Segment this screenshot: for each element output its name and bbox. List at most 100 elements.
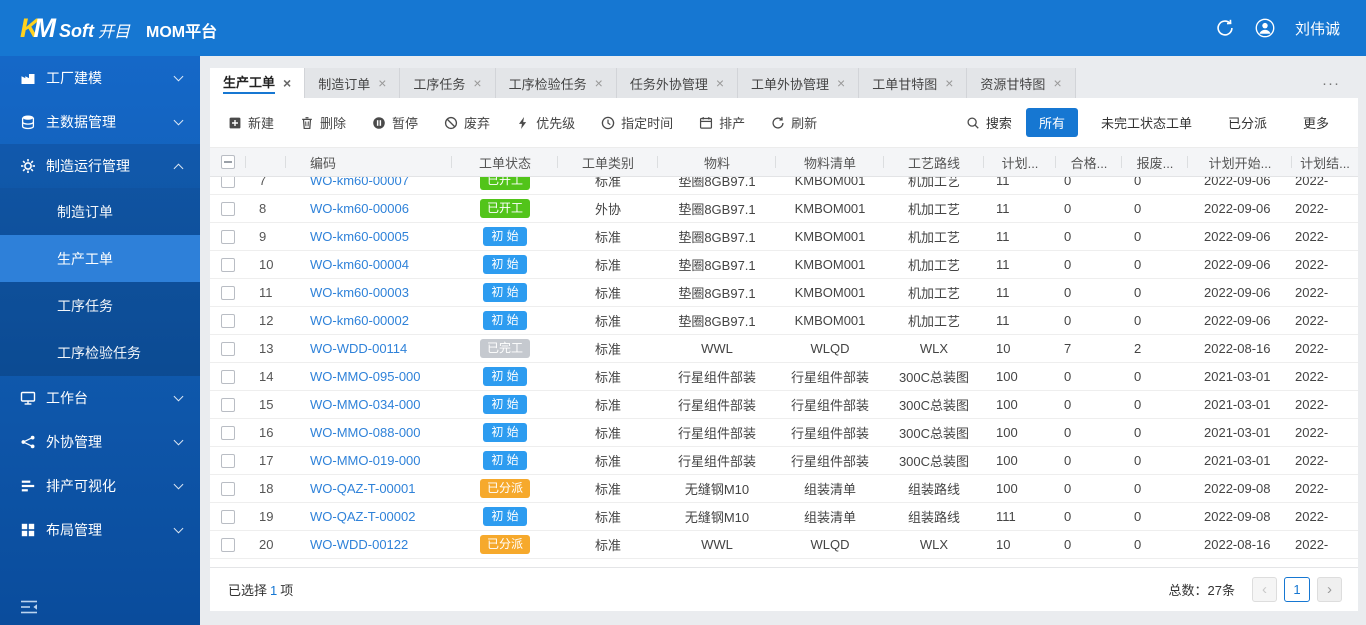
table-row[interactable]: 18 WO-QAZ-T-00001 已分派 标准 无缝钢M10 组装清单 组装路… [210, 475, 1358, 503]
workorder-code-link[interactable]: WO-QAZ-T-00001 [310, 481, 415, 496]
column-plan-end[interactable]: 计划结... [1292, 148, 1358, 176]
sidebar-item[interactable]: 制造运行管理 [0, 144, 200, 188]
table-row[interactable]: 8 WO-km60-00006 已开工 外协 垫圈8GB97.1 KMBOM00… [210, 195, 1358, 223]
toolbar-button[interactable]: 删除 [300, 113, 346, 132]
tab-close-icon[interactable] [837, 76, 845, 90]
table-row[interactable]: 16 WO-MMO-088-000 初 始 标准 行星组件部装 行星组件部装 3… [210, 419, 1358, 447]
row-checkbox[interactable] [221, 229, 235, 244]
table-row[interactable]: 15 WO-MMO-034-000 初 始 标准 行星组件部装 行星组件部装 3… [210, 391, 1358, 419]
sidebar-item[interactable]: 工厂建模 [0, 56, 200, 100]
workorder-code-link[interactable]: WO-km60-00004 [310, 257, 409, 272]
prev-page-button[interactable] [1252, 577, 1277, 602]
tab[interactable]: 资源甘特图 [967, 68, 1076, 98]
table-row[interactable]: 9 WO-km60-00005 初 始 标准 垫圈8GB97.1 KMBOM00… [210, 223, 1358, 251]
workorder-code-link[interactable]: WO-km60-00005 [310, 229, 409, 244]
toolbar-button[interactable]: 优先级 [516, 113, 575, 132]
workorder-code-link[interactable]: WO-km60-00007 [310, 177, 409, 188]
sidebar-item[interactable]: 布局管理 [0, 508, 200, 552]
more-tabs-button[interactable]: ··· [1304, 68, 1358, 98]
tab[interactable]: 任务外协管理 [616, 68, 739, 98]
workorder-code-link[interactable]: WO-MMO-088-000 [310, 425, 421, 440]
tab-close-icon[interactable] [945, 76, 953, 90]
column-code[interactable]: 编码 [286, 148, 452, 176]
column-scrap-qty[interactable]: 报废... [1122, 148, 1188, 176]
table-row[interactable]: 17 WO-MMO-019-000 初 始 标准 行星组件部装 行星组件部装 3… [210, 447, 1358, 475]
user-avatar-icon[interactable] [1255, 18, 1275, 38]
table-row[interactable]: 13 WO-WDD-00114 已完工 标准 WWL WLQD WLX 10 7… [210, 335, 1358, 363]
tab-close-icon[interactable] [473, 76, 481, 90]
column-qualified-qty[interactable]: 合格... [1056, 148, 1122, 176]
row-checkbox[interactable] [221, 425, 235, 440]
row-checkbox[interactable] [221, 481, 235, 496]
toolbar-button[interactable]: 指定时间 [601, 113, 673, 132]
tab-close-icon[interactable] [378, 76, 386, 90]
tab[interactable]: 工序检验任务 [495, 68, 617, 98]
row-checkbox[interactable] [221, 285, 235, 300]
column-bom[interactable]: 物料清单 [776, 148, 884, 176]
tab[interactable]: 制造订单 [305, 68, 401, 98]
workorder-code-link[interactable]: WO-WDD-00122 [310, 537, 408, 552]
row-checkbox[interactable] [221, 257, 235, 272]
column-plan-qty[interactable]: 计划... [984, 148, 1056, 176]
tab[interactable]: 工单外协管理 [738, 68, 860, 98]
table-row[interactable]: 20 WO-WDD-00122 已分派 标准 WWL WLQD WLX 10 0… [210, 531, 1358, 559]
tab-close-icon[interactable] [283, 76, 291, 90]
toolbar-button[interactable]: 排产 [699, 113, 745, 132]
sidebar-item[interactable]: 排产可视化 [0, 464, 200, 508]
sidebar-subitem[interactable]: 工序检验任务 [0, 329, 200, 376]
column-category[interactable]: 工单类别 [558, 148, 658, 176]
row-checkbox[interactable] [221, 201, 235, 216]
toolbar-button[interactable]: 废弃 [444, 113, 490, 132]
next-page-button[interactable] [1317, 577, 1342, 602]
sidebar-item[interactable]: 主数据管理 [0, 100, 200, 144]
toolbar-button[interactable]: 暂停 [372, 113, 418, 132]
workorder-code-link[interactable]: WO-WDD-00114 [310, 341, 407, 356]
column-material[interactable]: 物料 [658, 148, 776, 176]
filter-button[interactable]: 所有 [1025, 108, 1078, 137]
filter-button[interactable]: 已分派 [1215, 108, 1280, 137]
workorder-code-link[interactable]: WO-km60-00002 [310, 313, 409, 328]
select-all-checkbox[interactable] [221, 155, 235, 169]
workorder-code-link[interactable]: WO-km60-00006 [310, 201, 409, 216]
sidebar-item[interactable]: 外协管理 [0, 420, 200, 464]
tab-close-icon[interactable] [1053, 76, 1061, 90]
filter-button[interactable]: 未完工状态工单 [1088, 108, 1205, 137]
table-row[interactable]: 7 WO-km60-00007 已开工 标准 垫圈8GB97.1 KMBOM00… [210, 177, 1358, 195]
row-checkbox[interactable] [221, 509, 235, 524]
row-checkbox[interactable] [221, 453, 235, 468]
workorder-code-link[interactable]: WO-QAZ-T-00002 [310, 509, 415, 524]
collapse-sidebar-icon[interactable] [20, 599, 38, 615]
sync-icon[interactable] [1215, 18, 1235, 38]
toolbar-button[interactable]: 新建 [228, 113, 274, 132]
row-checkbox[interactable] [221, 369, 235, 384]
column-status[interactable]: 工单状态 [452, 148, 558, 176]
table-row[interactable]: 10 WO-km60-00004 初 始 标准 垫圈8GB97.1 KMBOM0… [210, 251, 1358, 279]
tab-close-icon[interactable] [716, 76, 724, 90]
table-row[interactable]: 19 WO-QAZ-T-00002 初 始 标准 无缝钢M10 组装清单 组装路… [210, 503, 1358, 531]
tab[interactable]: 工单甘特图 [859, 68, 968, 98]
sidebar-subitem[interactable]: 制造订单 [0, 188, 200, 235]
sidebar-subitem[interactable]: 工序任务 [0, 282, 200, 329]
tab[interactable]: 工序任务 [400, 68, 496, 98]
search-button[interactable]: 搜索 [966, 113, 1012, 132]
sidebar-subitem[interactable]: 生产工单 [0, 235, 200, 282]
row-checkbox[interactable] [221, 397, 235, 412]
workorder-code-link[interactable]: WO-MMO-095-000 [310, 369, 421, 384]
tab-close-icon[interactable] [595, 76, 603, 90]
sidebar-item[interactable]: 工作台 [0, 376, 200, 420]
filter-button[interactable]: 更多 [1290, 108, 1342, 137]
tab[interactable]: 生产工单 [210, 68, 306, 98]
column-route[interactable]: 工艺路线 [884, 148, 984, 176]
row-checkbox[interactable] [221, 537, 235, 552]
table-row[interactable]: 12 WO-km60-00002 初 始 标准 垫圈8GB97.1 KMBOM0… [210, 307, 1358, 335]
row-checkbox[interactable] [221, 313, 235, 328]
row-checkbox[interactable] [221, 341, 235, 356]
workorder-code-link[interactable]: WO-MMO-019-000 [310, 453, 421, 468]
toolbar-button[interactable]: 刷新 [771, 113, 817, 132]
page-number[interactable]: 1 [1284, 577, 1310, 602]
workorder-code-link[interactable]: WO-MMO-034-000 [310, 397, 421, 412]
table-row[interactable]: 11 WO-km60-00003 初 始 标准 垫圈8GB97.1 KMBOM0… [210, 279, 1358, 307]
table-row[interactable]: 14 WO-MMO-095-000 初 始 标准 行星组件部装 行星组件部装 3… [210, 363, 1358, 391]
workorder-code-link[interactable]: WO-km60-00003 [310, 285, 409, 300]
column-plan-start[interactable]: 计划开始... [1188, 148, 1292, 176]
